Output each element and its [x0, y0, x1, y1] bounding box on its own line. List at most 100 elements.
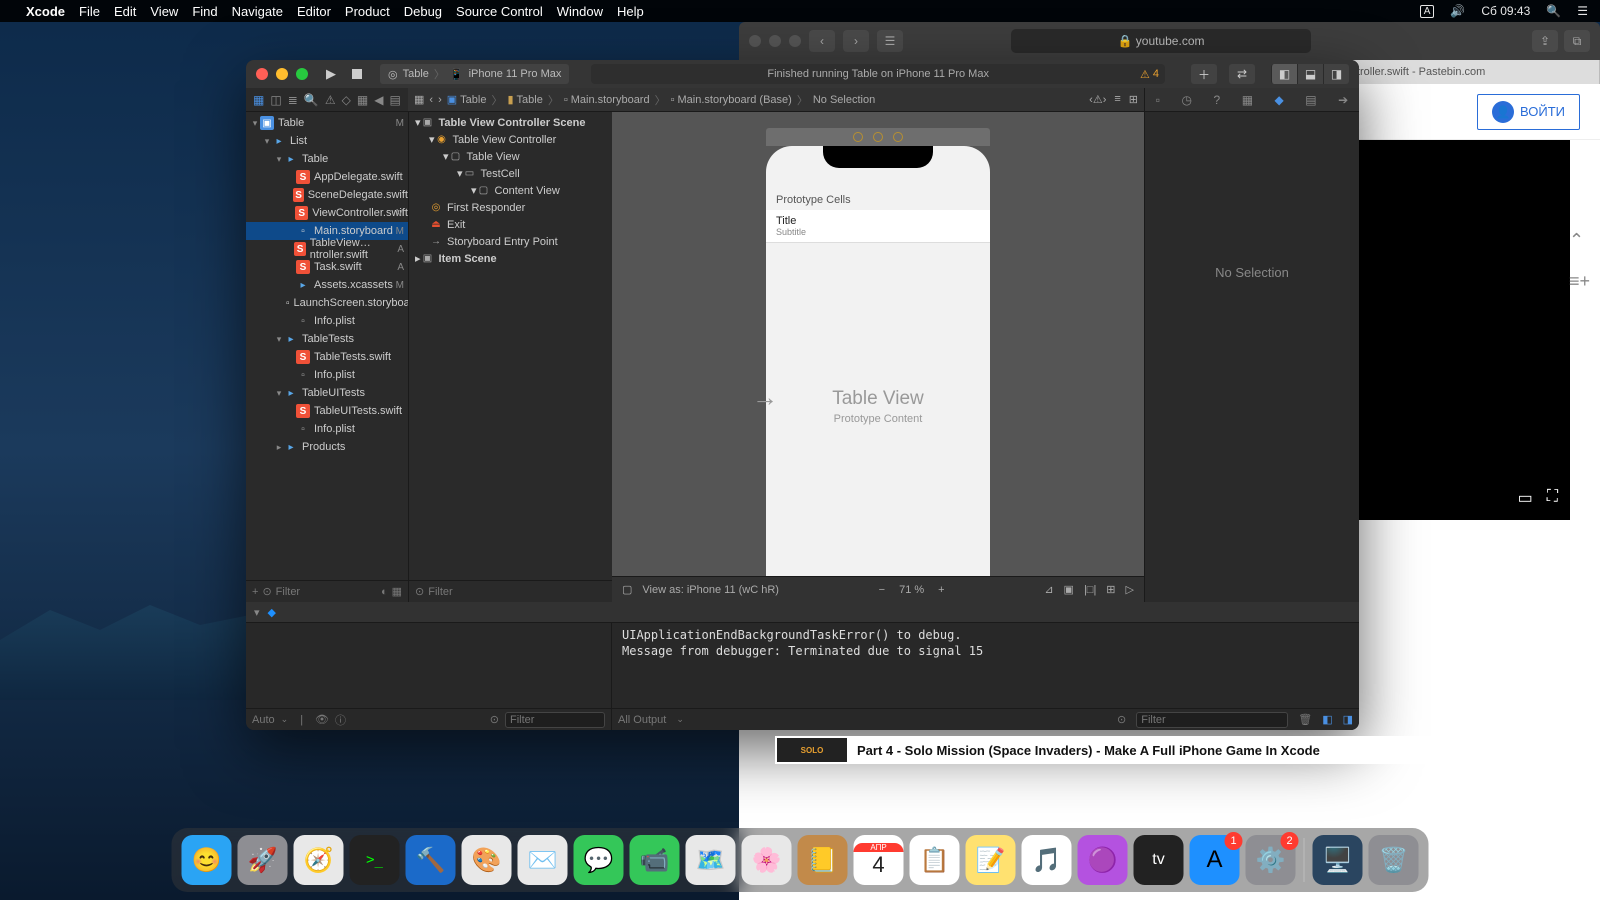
- outline-row[interactable]: ▾▢Content View: [409, 182, 612, 199]
- nav-row[interactable]: ▾▸TableUITests: [246, 384, 408, 402]
- right-panel-icon[interactable]: ◨: [1343, 713, 1353, 726]
- outline-row[interactable]: ▾▣Table View Controller Scene: [409, 114, 612, 131]
- attributes-inspector-icon[interactable]: ◆: [1275, 93, 1284, 107]
- nav-row[interactable]: SAppDelegate.swift: [246, 168, 408, 186]
- dock-music[interactable]: 🎵: [1022, 835, 1072, 885]
- safari-traffic-lights[interactable]: [749, 35, 801, 47]
- dock-photos[interactable]: 🌸: [742, 835, 792, 885]
- dock-terminal[interactable]: >_: [350, 835, 400, 885]
- dock-facetime[interactable]: 📹: [630, 835, 680, 885]
- embed-icon[interactable]: ▣: [1064, 583, 1074, 596]
- nav-row[interactable]: STableTests.swift: [246, 348, 408, 366]
- toggle-inspector-button[interactable]: ◨: [1323, 64, 1349, 84]
- activity-status[interactable]: Finished running Table on iPhone 11 Pro …: [591, 64, 1165, 84]
- safari-back-button[interactable]: ‹: [809, 30, 835, 52]
- navigator-tabs[interactable]: ▦ ◫ ≣ 🔍 ⚠ ◇ ▦ ◀ ▤: [246, 88, 408, 112]
- scm-filter-icon[interactable]: ▦: [392, 585, 402, 598]
- entry-point-arrow[interactable]: →: [752, 382, 778, 413]
- dock-calendar[interactable]: АПР4: [854, 835, 904, 885]
- stop-button[interactable]: [352, 69, 362, 79]
- dock-xcode[interactable]: 🔨: [406, 835, 456, 885]
- dock-krita[interactable]: 🎨: [462, 835, 512, 885]
- scroll-up-icon[interactable]: ⌃: [1569, 230, 1590, 251]
- trash-icon[interactable]: 🗑: [1298, 713, 1312, 726]
- input-source-icon[interactable]: A: [1420, 5, 1435, 18]
- youtube-login-button[interactable]: 👤ВОЙТИ: [1477, 94, 1580, 130]
- related-items-icon[interactable]: ▦: [414, 93, 424, 106]
- safari-tabs-button[interactable]: ⧉: [1564, 30, 1590, 52]
- nav-row[interactable]: STableUITests.swift: [246, 402, 408, 420]
- file-inspector-icon[interactable]: ▫: [1156, 93, 1160, 107]
- dock-trash[interactable]: 🗑️: [1369, 835, 1419, 885]
- hide-debug-icon[interactable]: ▾: [254, 606, 260, 619]
- dock-maps[interactable]: 🗺️: [686, 835, 736, 885]
- playlist-add-icon[interactable]: ≡+: [1569, 271, 1590, 292]
- variables-filter[interactable]: [505, 712, 605, 728]
- zoom-in-button[interactable]: +: [938, 584, 944, 596]
- identity-inspector-icon[interactable]: ▦: [1242, 93, 1253, 107]
- outline-toggle-icon[interactable]: ▢: [622, 583, 632, 596]
- spotlight-icon[interactable]: 🔍: [1546, 4, 1561, 18]
- menu-editor[interactable]: Editor: [297, 4, 331, 19]
- nav-row[interactable]: ▸▸Products: [246, 438, 408, 456]
- menu-navigate[interactable]: Navigate: [232, 4, 283, 19]
- menu-source-control[interactable]: Source Control: [456, 4, 543, 19]
- dock-notes[interactable]: 📝: [966, 835, 1016, 885]
- align-icon[interactable]: |□|: [1084, 584, 1096, 596]
- toggle-debug-button[interactable]: ⬓: [1297, 64, 1323, 84]
- dock-finder[interactable]: 😊: [182, 835, 232, 885]
- zoom-level[interactable]: 71 %: [899, 584, 924, 596]
- test-tab-icon[interactable]: ◇: [342, 93, 351, 107]
- dock-podcasts[interactable]: 🟣: [1078, 835, 1128, 885]
- source-control-tab-icon[interactable]: ◫: [270, 93, 281, 107]
- dock-safari[interactable]: 🧭: [294, 835, 344, 885]
- scheme-selector[interactable]: ◎Table 〉 📱iPhone 11 Pro Max: [380, 64, 569, 84]
- menu-debug[interactable]: Debug: [404, 4, 442, 19]
- navigator-filter[interactable]: + ⊙ Filter ◐ ▦: [246, 580, 408, 602]
- scope-selector[interactable]: Auto: [252, 714, 275, 726]
- nav-row[interactable]: ▾▸Table: [246, 150, 408, 168]
- size-inspector-icon[interactable]: ▤: [1305, 93, 1316, 107]
- view-as-button[interactable]: View as: iPhone 11 (wC hR): [642, 584, 779, 596]
- zoom-out-button[interactable]: −: [879, 584, 885, 596]
- app-menu[interactable]: Xcode: [26, 4, 65, 19]
- nav-row[interactable]: STask.swiftA: [246, 258, 408, 276]
- warnings-indicator[interactable]: ⚠ 4: [1140, 68, 1159, 81]
- run-button[interactable]: ▶: [326, 66, 336, 82]
- safari-share-button[interactable]: ⇪: [1532, 30, 1558, 52]
- connections-inspector-icon[interactable]: ➔: [1338, 93, 1348, 107]
- jump-bar[interactable]: ▦ ‹ › ▣Table〉 ▮Table〉 ▫Main.storyboard〉 …: [408, 88, 1144, 112]
- outline-row[interactable]: ◎First Responder: [409, 199, 612, 216]
- menu-help[interactable]: Help: [617, 4, 644, 19]
- recent-filter-icon[interactable]: ◐: [381, 586, 388, 598]
- dock-mail[interactable]: ✉️: [518, 835, 568, 885]
- forward-icon[interactable]: ›: [438, 94, 442, 106]
- control-center-icon[interactable]: ☰: [1577, 4, 1588, 18]
- nav-row[interactable]: ▫LaunchScreen.storyboard: [246, 294, 408, 312]
- dock-settings[interactable]: ⚙️2: [1246, 835, 1296, 885]
- dock-appstore[interactable]: A1: [1190, 835, 1240, 885]
- outline-filter[interactable]: ⊙ Filter: [409, 580, 612, 602]
- dock-desktop[interactable]: 🖥️: [1313, 835, 1363, 885]
- device-preview[interactable]: Prototype Cells Title Subtitle Table Vie…: [766, 146, 990, 576]
- inspector-tabs[interactable]: ▫ ◷ ? ▦ ◆ ▤ ➔: [1145, 88, 1359, 112]
- constraints-resolve-icon[interactable]: ⊿: [1044, 583, 1053, 596]
- fullscreen-icon[interactable]: ⛶: [1547, 488, 1558, 508]
- xcode-traffic-lights[interactable]: [256, 68, 308, 80]
- outline-row[interactable]: ▾▢Table View: [409, 148, 612, 165]
- console-filter[interactable]: [1136, 712, 1288, 728]
- left-panel-icon[interactable]: ◧: [1322, 713, 1332, 726]
- help-inspector-icon[interactable]: ?: [1214, 93, 1221, 107]
- code-review-button[interactable]: ⇄: [1229, 64, 1255, 84]
- nav-row[interactable]: SViewController.swiftM: [246, 204, 408, 222]
- nav-row[interactable]: ▾▸TableTests: [246, 330, 408, 348]
- nav-row[interactable]: ▫Info.plist: [246, 312, 408, 330]
- menu-window[interactable]: Window: [557, 4, 603, 19]
- outline-row[interactable]: ⏏Exit: [409, 216, 612, 233]
- outline-row[interactable]: →Storyboard Entry Point: [409, 233, 612, 250]
- nav-row[interactable]: ▫Info.plist: [246, 366, 408, 384]
- dock-contacts[interactable]: 📒: [798, 835, 848, 885]
- ib-canvas[interactable]: Prototype Cells Title Subtitle Table Vie…: [612, 112, 1144, 576]
- safari-forward-button[interactable]: ›: [843, 30, 869, 52]
- add-icon[interactable]: +: [252, 586, 258, 598]
